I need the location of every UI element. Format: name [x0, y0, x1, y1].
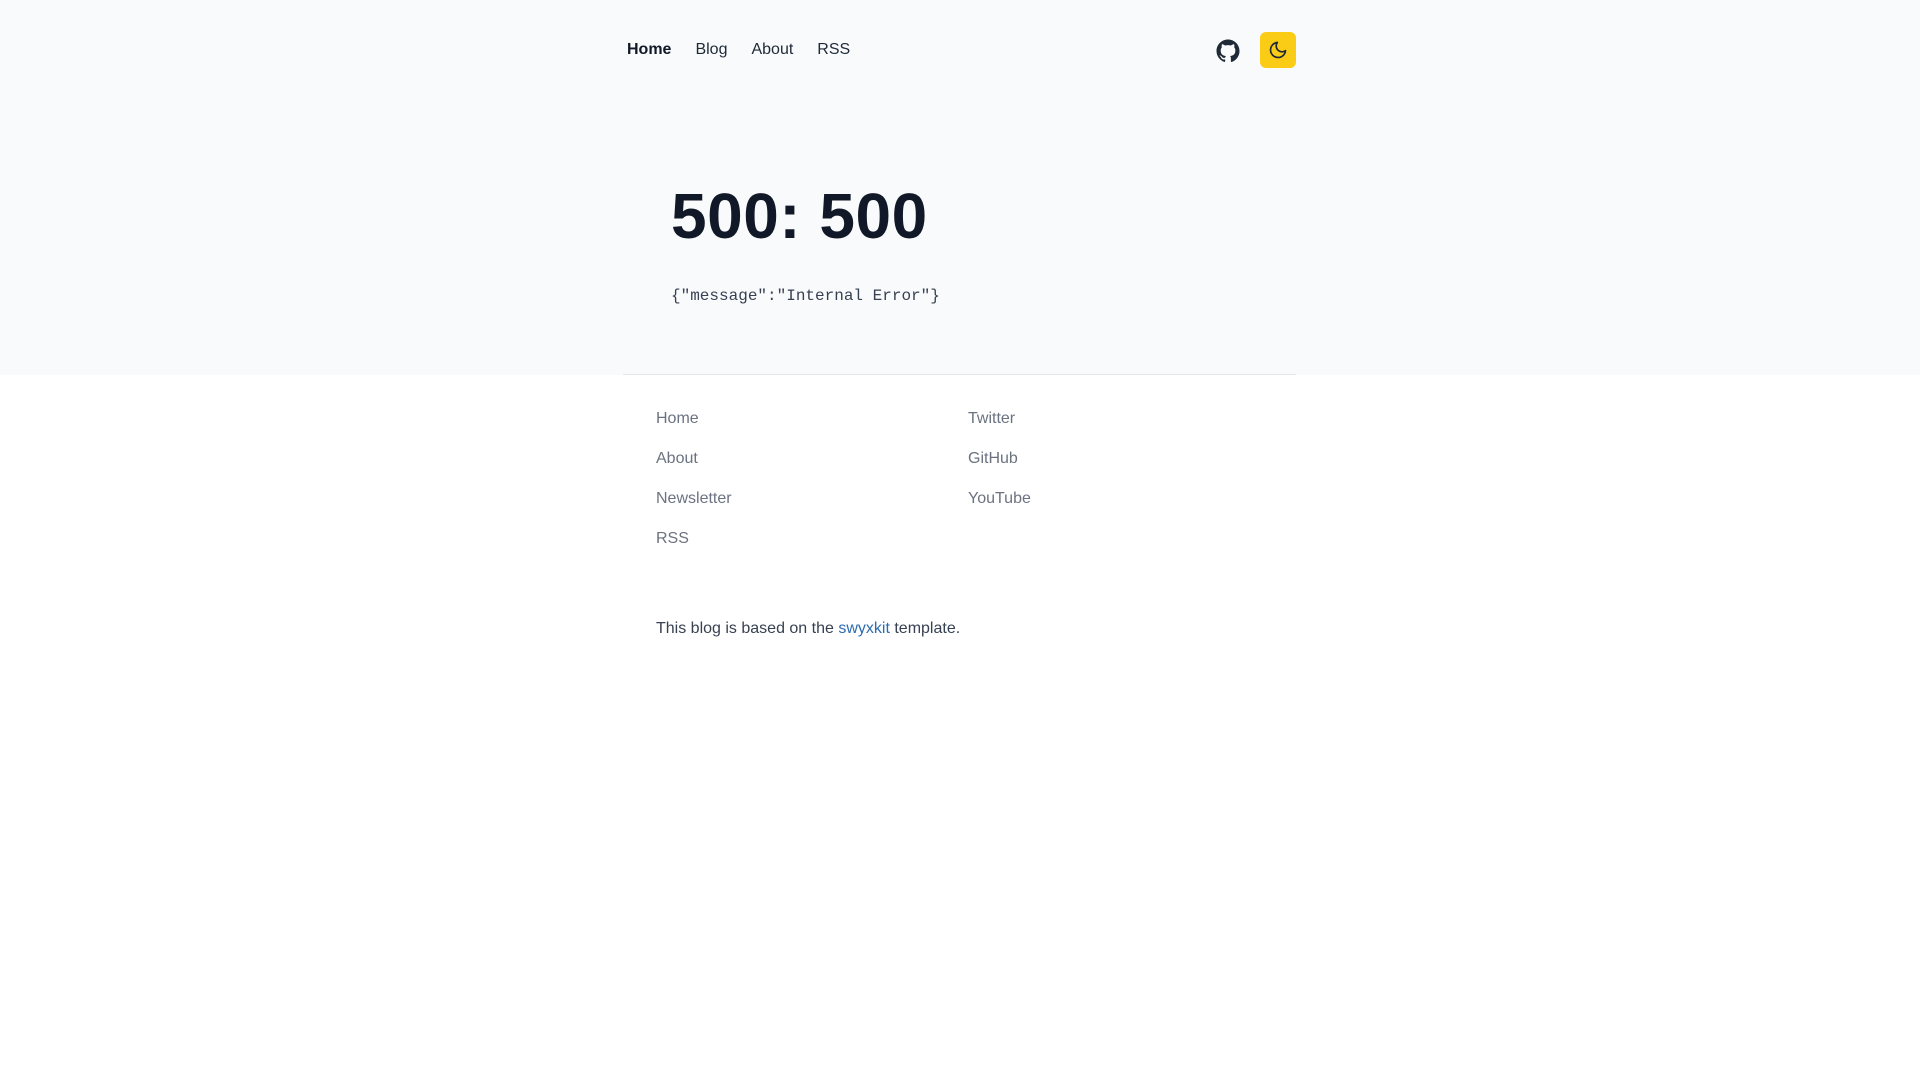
nav-link-blog[interactable]: Blog [695, 40, 727, 60]
footer-link-newsletter[interactable]: Newsletter [656, 489, 732, 529]
nav-link-about[interactable]: About [751, 40, 793, 60]
swyxkit-link[interactable]: swyxkit [838, 620, 890, 637]
footer-link-home[interactable]: Home [656, 409, 732, 449]
github-link[interactable] [1212, 35, 1244, 67]
error-title: 500: 500 [671, 180, 928, 252]
footer-links-left: Home About Newsletter RSS [656, 409, 732, 569]
theme-toggle-button[interactable] [1260, 32, 1296, 68]
nav-link-home[interactable]: Home [627, 40, 671, 60]
error-message: {"message":"Internal Error"} [671, 287, 940, 305]
footer-link-youtube[interactable]: YouTube [968, 489, 1031, 529]
footer-links-right: Twitter GitHub YouTube [968, 409, 1031, 529]
footer-link-twitter[interactable]: Twitter [968, 409, 1031, 449]
nav-links: Home Blog About RSS [627, 40, 874, 60]
github-icon [1216, 39, 1240, 62]
nav-link-rss[interactable]: RSS [817, 40, 850, 60]
footer-divider [623, 374, 1296, 375]
credit-prefix: This blog is based on the [656, 620, 839, 637]
credit-text: This blog is based on the swyxkit templa… [656, 619, 960, 639]
footer-link-about[interactable]: About [656, 449, 732, 489]
footer-link-rss[interactable]: RSS [656, 529, 732, 569]
moon-icon [1269, 41, 1287, 59]
top-nav: Home Blog About RSS [627, 32, 1296, 70]
credit-suffix: template. [889, 620, 961, 637]
footer-link-github[interactable]: GitHub [968, 449, 1031, 489]
main-section: Home Blog About RSS 500: 500 {"message":… [0, 0, 1920, 375]
